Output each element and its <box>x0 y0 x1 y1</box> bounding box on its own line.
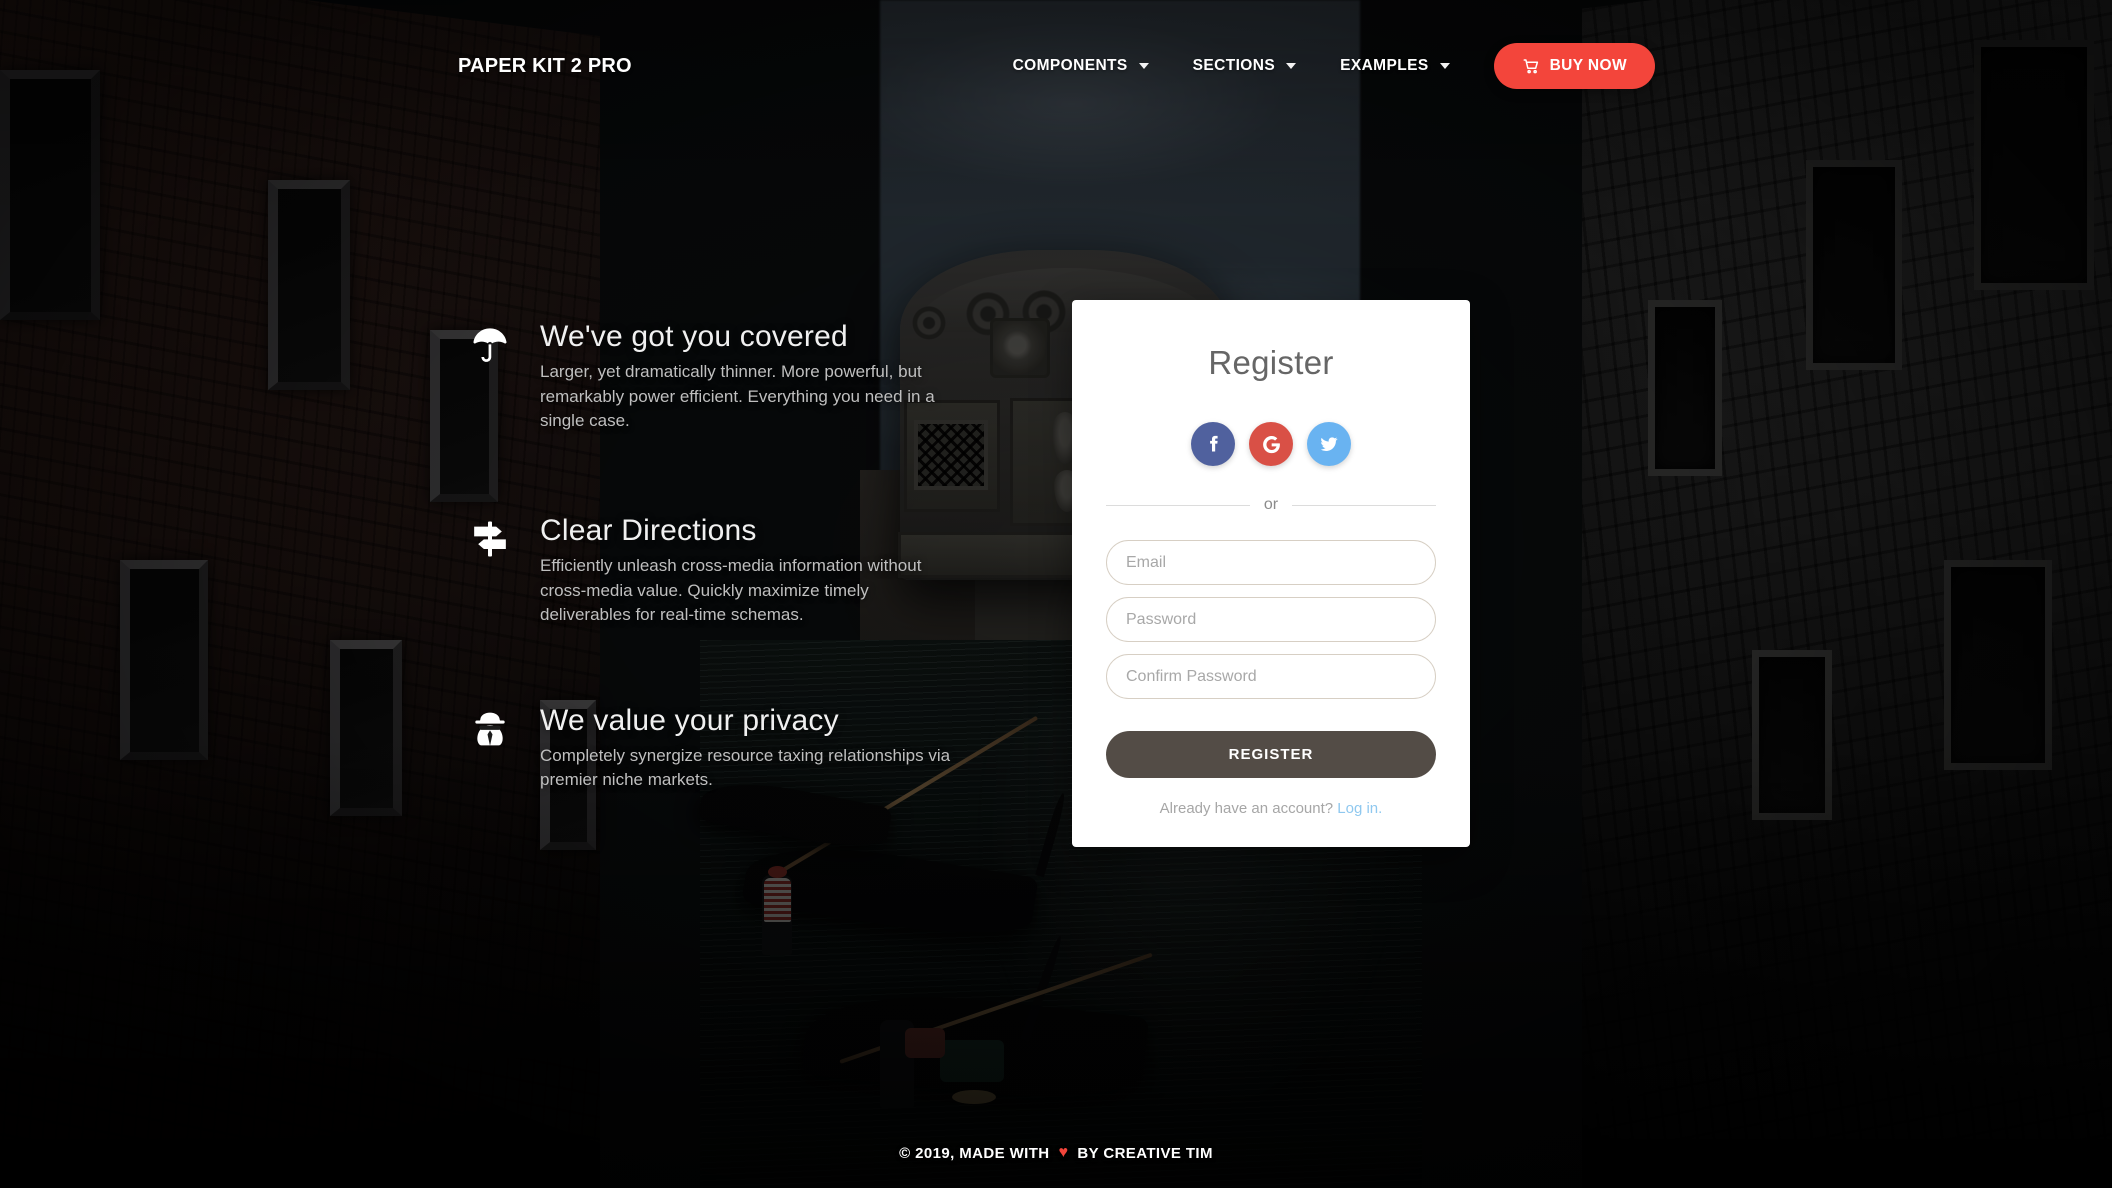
google-login-button[interactable] <box>1249 422 1293 466</box>
divider-line <box>1106 504 1250 506</box>
twitter-login-button[interactable] <box>1307 422 1351 466</box>
spy-icon <box>467 706 513 752</box>
card-title: Register <box>1208 344 1334 381</box>
password-input[interactable] <box>1106 597 1436 642</box>
buy-now-label: BUY NOW <box>1549 57 1627 74</box>
background-vignette <box>0 0 2112 1188</box>
shopping-cart-icon <box>1523 59 1538 74</box>
twitter-icon <box>1320 437 1338 452</box>
feature-text: Larger, yet dramatically thinner. More p… <box>540 362 935 431</box>
brand-logo[interactable]: PAPER KIT 2 PRO <box>458 55 632 78</box>
email-input[interactable] <box>1106 540 1436 585</box>
feature-item: We value your privacy Completely synergi… <box>475 703 960 793</box>
nav-item-components[interactable]: COMPONENTS <box>991 57 1171 75</box>
confirm-password-input[interactable] <box>1106 654 1436 699</box>
nav-item-examples[interactable]: EXAMPLES <box>1318 57 1471 75</box>
facebook-login-button[interactable] <box>1191 422 1235 466</box>
page-footer: © 2019, MADE WITH ♥ BY CREATIVE TIM <box>0 1144 2112 1162</box>
login-prompt: Already have an account? Log in. <box>1106 800 1436 817</box>
feature-text: Efficiently unleash cross-media informat… <box>540 555 922 625</box>
footer-credit: BY CREATIVE TIM <box>1077 1144 1213 1162</box>
register-card: Register or Email REGISTER Already have … <box>1072 300 1470 847</box>
nav-label: COMPONENTS <box>1012 57 1128 74</box>
footer-copyright: © 2019, MADE WITH <box>899 1144 1050 1162</box>
navbar: PAPER KIT 2 PRO COMPONENTS SECTIONS EXAM… <box>0 0 2112 132</box>
heart-icon: ♥ <box>1058 1144 1069 1161</box>
nav-label: SECTIONS <box>1192 57 1276 74</box>
facebook-icon <box>1210 435 1218 452</box>
divider-line <box>1292 504 1437 506</box>
feature-item: We've got you covered Larger, yet dramat… <box>473 320 960 434</box>
or-divider: or <box>1106 496 1437 514</box>
nav-links: COMPONENTS SECTIONS EXAMPLES BUY NOW <box>991 43 1655 89</box>
feature-text: Completely synergize resource taxing rel… <box>540 745 951 790</box>
divider-text: or <box>1263 496 1279 513</box>
chevron-down-icon <box>1439 63 1450 69</box>
nav-label: EXAMPLES <box>1340 57 1429 74</box>
umbrella-icon <box>467 322 513 368</box>
login-link[interactable]: Log in. <box>1337 800 1382 817</box>
chevron-down-icon <box>1138 63 1149 69</box>
feature-item: Clear Directions Efficiently unleash cro… <box>474 513 960 628</box>
login-prompt-text: Already have an account? <box>1159 800 1334 817</box>
signpost-icon <box>467 516 513 562</box>
buy-now-button[interactable]: BUY NOW <box>1493 43 1655 89</box>
feature-title: We value your privacy <box>540 703 839 737</box>
feature-title: Clear Directions <box>540 513 757 547</box>
social-login-buttons <box>1106 422 1436 466</box>
page-root: PAPER KIT 2 PRO COMPONENTS SECTIONS EXAM… <box>0 0 2112 1188</box>
feature-list: We've got you covered Larger, yet dramat… <box>473 320 960 793</box>
google-icon <box>1262 435 1280 453</box>
feature-title: We've got you covered <box>540 320 848 353</box>
register-submit-button[interactable]: REGISTER <box>1106 731 1436 778</box>
hero-background-image <box>0 0 2112 1188</box>
nav-item-sections[interactable]: SECTIONS <box>1171 57 1318 75</box>
chevron-down-icon <box>1286 63 1297 69</box>
